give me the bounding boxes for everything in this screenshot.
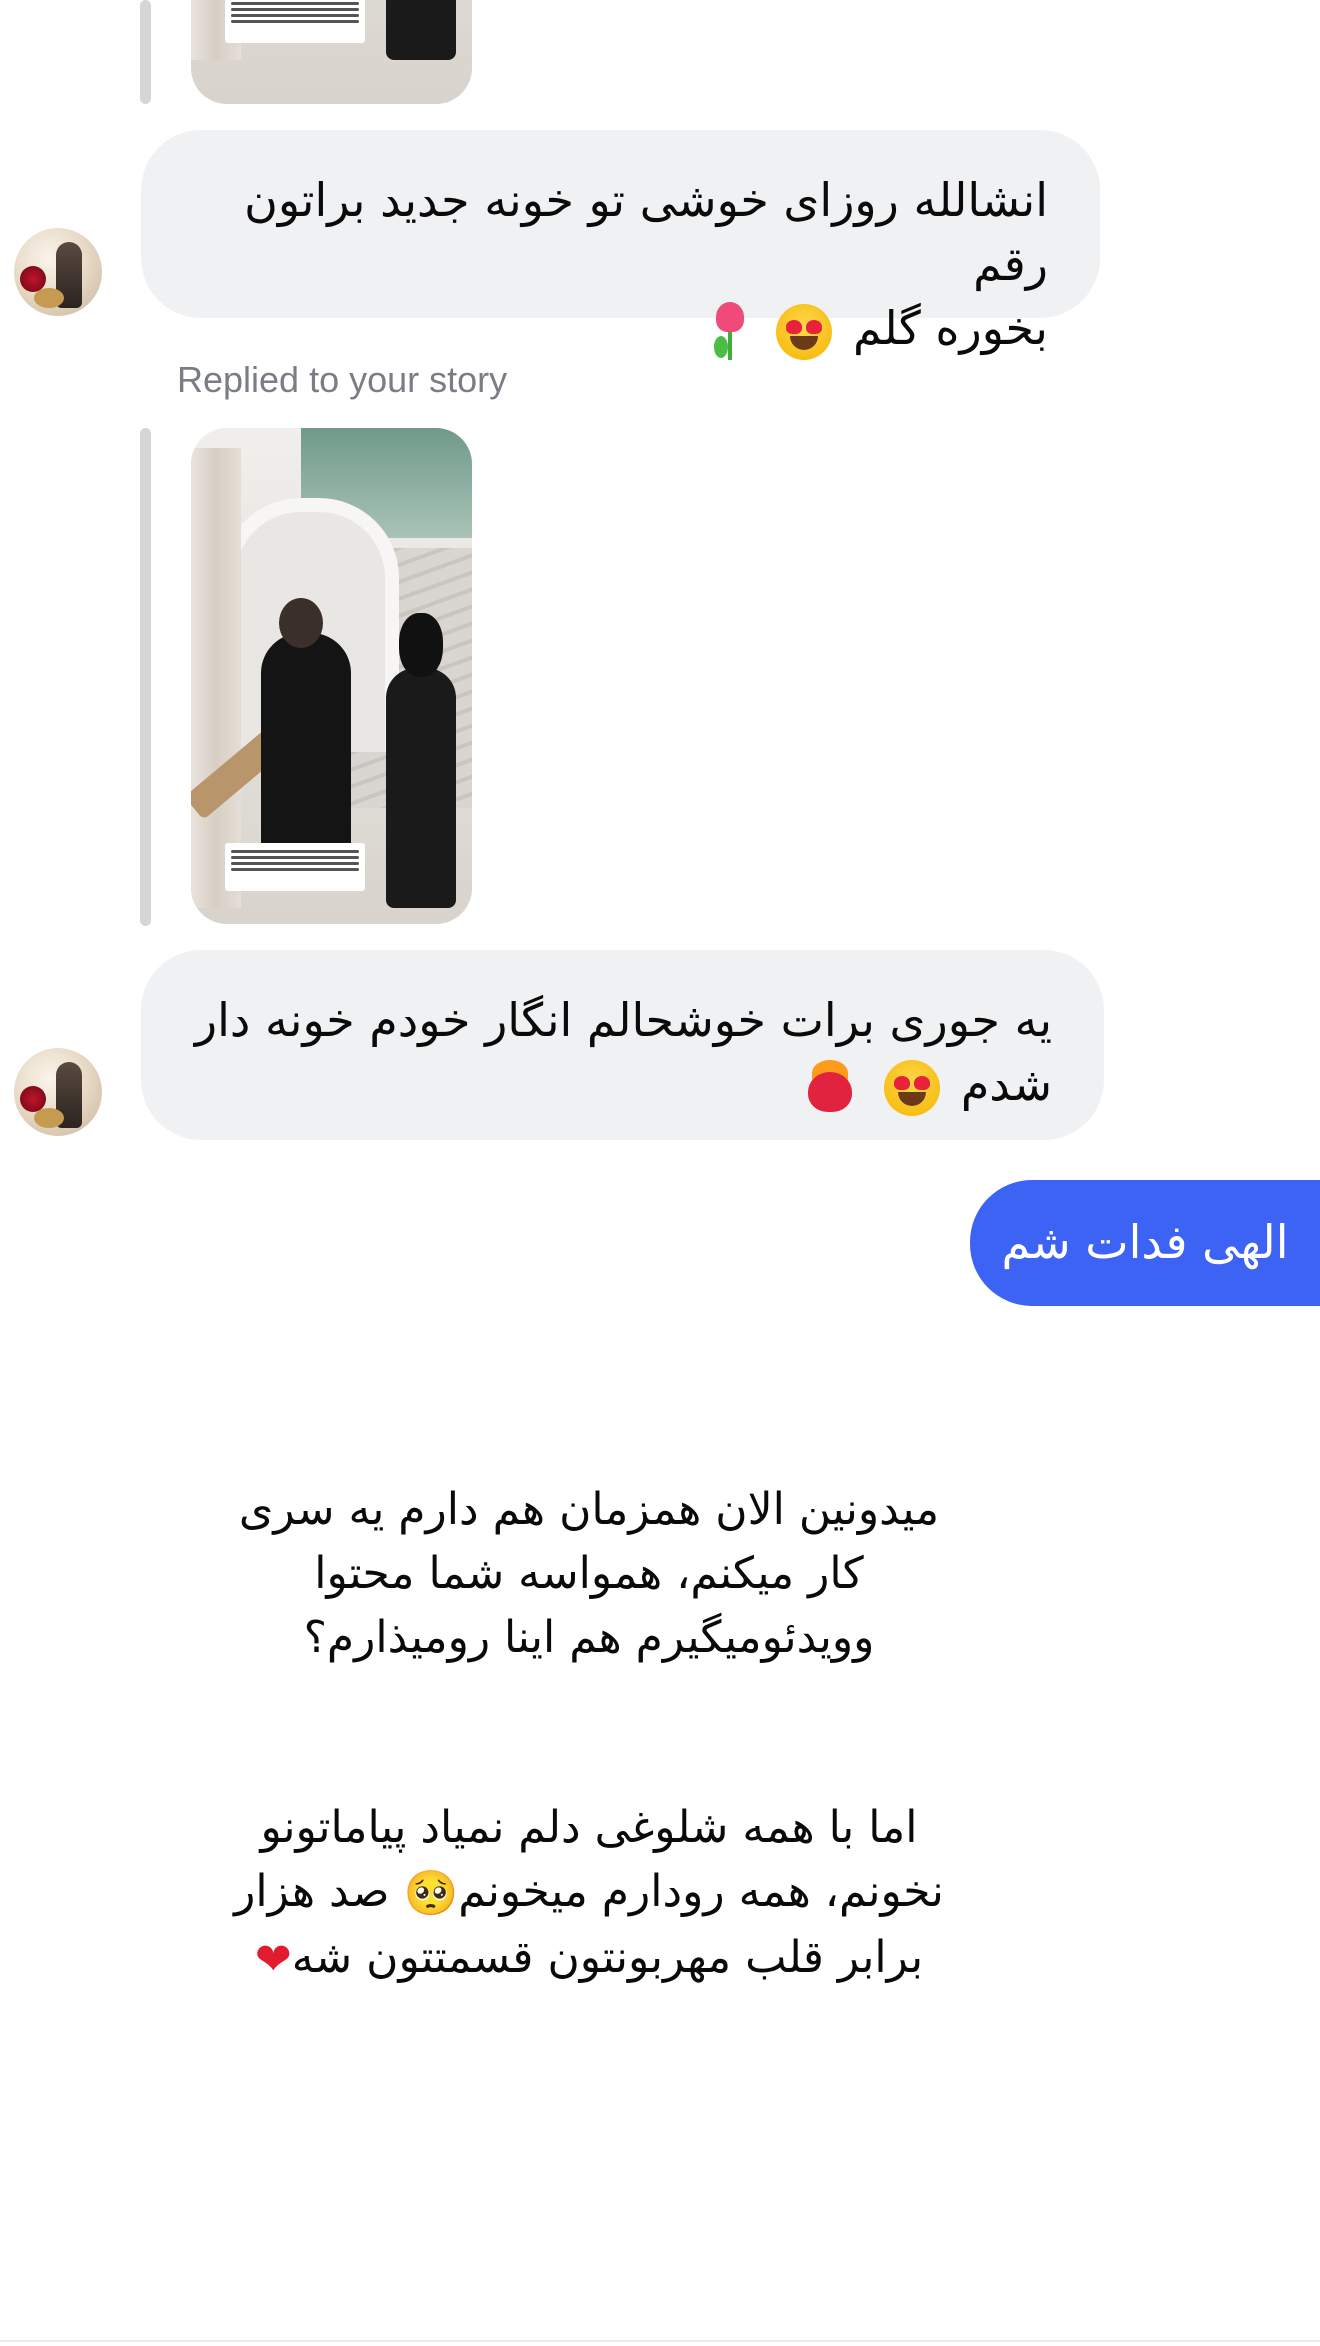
sender-avatar[interactable] (14, 1048, 102, 1136)
replied-to-story-label: Replied to your story (177, 359, 508, 400)
message-text: الهی فدات شم (1001, 1215, 1289, 1269)
message-bubble-incoming[interactable]: یه جوری برات خوشحالم انگار خودم خونه دار… (141, 950, 1104, 1140)
heart-eyes-emoji-icon (776, 303, 833, 360)
story-text-paragraph-1: میدونین الان همزمان هم دارم یه سری کار م… (238, 1484, 940, 1663)
message-bubble-incoming[interactable]: انشالله روزای خوشی تو خونه جدید براتون ر… (141, 130, 1100, 360)
story-thumbnail[interactable] (191, 428, 472, 924)
story-reply-indicator (140, 0, 151, 104)
message-text-line2: شدم (181, 1052, 1052, 1116)
story-caption (225, 843, 365, 891)
story-text-paragraph-2: اما با همه شلوغی دلم نمیاد پیاماتونو نخو… (0, 1796, 1178, 1992)
heart-on-fire-emoji-icon (802, 1059, 858, 1116)
story-thumbnail-top[interactable] (191, 0, 472, 104)
sender-avatar[interactable] (14, 228, 102, 316)
story-reply-indicator (140, 428, 151, 926)
message-text: یه جوری برات خوشحالم انگار خودم خونه دار (194, 993, 1052, 1047)
heart-eyes-emoji-icon (884, 1059, 941, 1116)
pleading-face-emoji-icon: 🥺 (403, 1868, 459, 1919)
red-heart-emoji-icon: ❤ (254, 1934, 292, 1985)
message-text: انشالله روزای خوشی تو خونه جدید براتون ر… (244, 173, 1048, 291)
story-caption (225, 0, 365, 43)
message-text-line2: بخوره گلم (181, 296, 1048, 362)
divider (0, 2340, 1320, 2342)
message-bubble-outgoing[interactable]: الهی فدات شم (970, 1180, 1320, 1306)
tulip-emoji-icon (710, 301, 750, 362)
